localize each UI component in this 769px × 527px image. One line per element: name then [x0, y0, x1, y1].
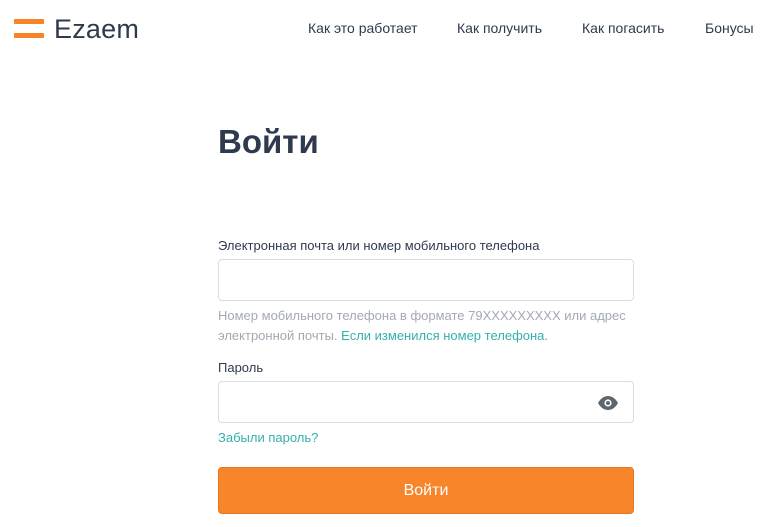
nav-bonuses[interactable]: Бонусы — [705, 19, 754, 37]
page-title: Войти — [218, 123, 319, 160]
password-input[interactable] — [219, 382, 633, 422]
site-header: Ezaem Как это работает Как получить Как … — [0, 0, 769, 58]
password-field-wrapper — [218, 381, 634, 423]
nav-how-to-repay[interactable]: Как погасить — [582, 19, 664, 37]
main-nav: Как это работает Как получить Как погаси… — [0, 19, 769, 39]
password-field-label: Пароль — [218, 360, 264, 375]
login-field-label: Электронная почта или номер мобильного т… — [218, 238, 540, 253]
login-field-wrapper — [218, 259, 634, 301]
forgot-password-link[interactable]: Забыли пароль? — [218, 430, 318, 446]
login-submit-button[interactable]: Войти — [218, 467, 634, 514]
eye-icon[interactable] — [597, 395, 619, 411]
nav-how-it-works[interactable]: Как это работает — [308, 19, 418, 37]
phone-changed-link[interactable]: Если изменился номер телефона. — [341, 328, 548, 343]
login-input[interactable] — [219, 260, 633, 300]
login-hint: Номер мобильного телефона в формате 79XX… — [218, 306, 634, 346]
nav-how-to-get[interactable]: Как получить — [457, 19, 542, 37]
